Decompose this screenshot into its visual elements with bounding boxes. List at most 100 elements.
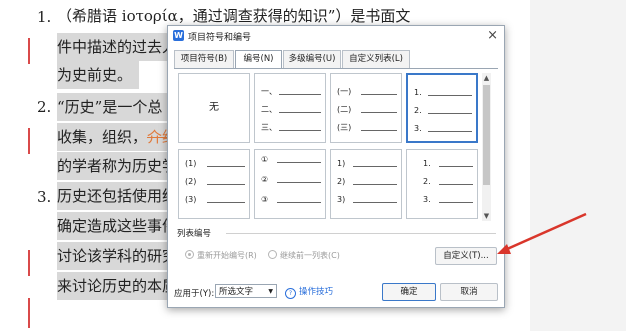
sample-row: 2. <box>413 176 473 188</box>
underline <box>353 184 397 185</box>
cancel-button[interactable]: 取消 <box>440 283 498 301</box>
restart-numbering-label: 重新开始编号(R) <box>197 251 257 260</box>
apply-to-select[interactable]: 所选文字 ▼ <box>215 284 277 298</box>
number-marker: ① <box>261 155 269 164</box>
style-option-circled-digit[interactable]: ① ② ③ <box>254 149 326 219</box>
radio-dot <box>185 250 194 259</box>
tab-bullets[interactable]: 项目符号(B) <box>174 50 234 68</box>
apply-to-label: 应用于(Y): <box>174 289 215 299</box>
underline <box>207 184 245 185</box>
number-marker: 2) <box>337 177 346 186</box>
number-marker: 2. <box>423 177 431 186</box>
number-marker: 1. <box>423 159 431 168</box>
number-marker: (三) <box>337 123 352 132</box>
number-marker: (3) <box>185 195 197 204</box>
tab-numbering[interactable]: 编号(N) <box>235 50 282 69</box>
underline <box>439 166 473 167</box>
scroll-down-icon[interactable]: ▼ <box>482 211 491 221</box>
continue-list-radio[interactable]: 继续前一列表(C) <box>268 250 340 261</box>
number-marker: ③ <box>261 195 269 204</box>
text-line[interactable]: 来讨论历史的本质 <box>57 272 172 300</box>
underline <box>361 94 397 95</box>
tab-custom-list[interactable]: 自定义列表(L) <box>342 50 410 68</box>
chevron-down-icon: ▼ <box>268 288 273 295</box>
number-marker: 1. <box>414 88 422 97</box>
text-line[interactable]: 的学者称为历史学 <box>57 152 172 180</box>
tips-link[interactable]: ? 操作技巧 <box>285 285 333 299</box>
sample-row: 3) <box>337 194 397 206</box>
number-marker: ② <box>261 175 269 184</box>
underline <box>207 202 245 203</box>
none-label: 无 <box>209 102 219 113</box>
sample-row: (3) <box>185 194 245 206</box>
radio-dot <box>268 250 277 259</box>
underline <box>428 131 472 132</box>
text-line[interactable]: 件中描述的过去人 <box>57 33 172 61</box>
scroll-thumb[interactable] <box>483 85 490 185</box>
number-marker: 3. <box>414 124 422 133</box>
sample-row: (二) <box>337 104 397 116</box>
ok-button[interactable]: 确定 <box>382 283 436 301</box>
sample-row: 2) <box>337 176 397 188</box>
close-icon[interactable]: × <box>487 28 498 43</box>
text-line[interactable]: 确定造成这些事件 <box>57 212 172 240</box>
underline <box>428 95 472 96</box>
list-number: 1. <box>37 8 52 26</box>
number-marker: 三、 <box>261 123 277 132</box>
underline <box>353 202 397 203</box>
style-option-decimal-underlined[interactable]: 1. 2. 3. <box>406 149 478 219</box>
underline <box>361 130 397 131</box>
bullets-numbering-dialog: W 项目符号和编号 × 项目符号(B) 编号(N) 多级编号(U) 自定义列表(… <box>167 25 505 308</box>
style-option-decimal-dot-selected[interactable]: 1. 2. 3. <box>406 73 478 143</box>
underline <box>277 202 321 203</box>
underline <box>277 182 321 183</box>
wps-writer-icon: W <box>173 30 184 41</box>
sample-row: 3. <box>413 194 473 206</box>
text-line[interactable]: “历史”是一个总 <box>57 93 172 121</box>
style-option-chinese-paren[interactable]: (一) (二) (三) <box>330 73 402 143</box>
text-line[interactable]: 讨论该学科的研究 <box>57 242 172 270</box>
number-marker: 3) <box>337 195 346 204</box>
underline <box>277 162 321 163</box>
section-divider <box>226 233 496 234</box>
text-line[interactable]: 历史还包括使用统 <box>57 182 172 210</box>
sample-row: 三、 <box>261 122 321 134</box>
text-run: 收集，组织， <box>57 128 148 146</box>
dialog-titlebar[interactable]: W 项目符号和编号 × <box>168 26 504 46</box>
style-option-paren-digit[interactable]: (1) (2) (3) <box>178 149 250 219</box>
sample-row: 1) <box>337 158 397 170</box>
list-number: 3. <box>37 188 52 206</box>
number-marker: 1) <box>337 159 346 168</box>
sample-row: ③ <box>261 194 321 206</box>
customize-button[interactable]: 自定义(T)... <box>435 247 497 265</box>
text-line[interactable]: 收集，组织，介绍 <box>57 123 172 151</box>
style-option-digit-paren[interactable]: 1) 2) 3) <box>330 149 402 219</box>
sample-row: 1. <box>413 158 473 170</box>
margin-mark <box>28 298 30 328</box>
sample-row: 2. <box>414 105 472 117</box>
number-marker: (2) <box>185 177 197 186</box>
number-marker: 二、 <box>261 105 277 114</box>
underline <box>207 166 245 167</box>
restart-numbering-radio[interactable]: 重新开始编号(R) <box>185 250 257 261</box>
sample-row: ② <box>261 174 321 186</box>
apply-to-value: 所选文字 <box>219 287 254 297</box>
margin-mark <box>28 38 30 64</box>
number-marker: 2. <box>414 106 422 115</box>
underline <box>279 94 321 95</box>
sample-row: (一) <box>337 86 397 98</box>
scroll-up-icon[interactable]: ▲ <box>482 73 491 83</box>
style-option-chinese-comma[interactable]: 一、 二、 三、 <box>254 73 326 143</box>
tab-multilevel[interactable]: 多级编号(U) <box>283 50 341 68</box>
number-marker: (一) <box>337 87 352 96</box>
info-icon: ? <box>285 288 296 299</box>
number-marker: 3. <box>423 195 431 204</box>
underline <box>428 113 472 114</box>
tips-label: 操作技巧 <box>299 287 334 297</box>
underline <box>279 130 321 131</box>
style-scrollbar[interactable]: ▲ ▼ <box>482 73 491 221</box>
text-line[interactable]: 为史前史。 <box>57 61 139 89</box>
number-marker: (二) <box>337 105 352 114</box>
style-option-none[interactable]: 无 <box>178 73 250 143</box>
number-marker: (1) <box>185 159 197 168</box>
